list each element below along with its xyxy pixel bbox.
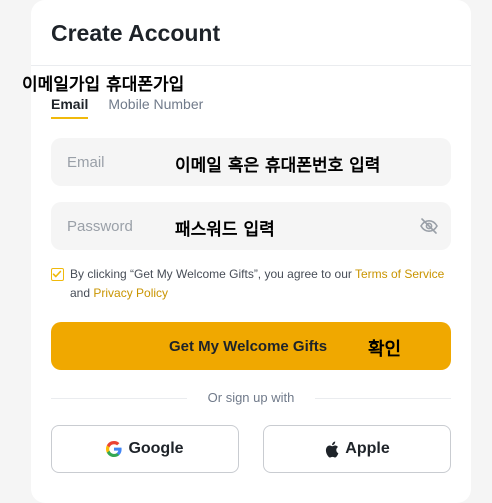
signup-tabs: Email Mobile Number — [51, 96, 203, 119]
tab-mobile-number[interactable]: Mobile Number — [108, 96, 203, 117]
google-signup-button[interactable]: Google — [51, 425, 239, 473]
terms-text: By clicking “Get My Welcome Gifts”, you … — [70, 265, 455, 303]
annotation-confirm: 확인 — [368, 339, 402, 360]
terms-and: and — [70, 286, 94, 300]
apple-label: Apple — [345, 440, 390, 457]
divider-left — [51, 398, 187, 399]
apple-icon — [326, 441, 339, 457]
divider-right — [315, 398, 451, 399]
page-title: Create Account — [51, 20, 221, 46]
annotation-password: 패스워드 입력 — [175, 220, 275, 240]
checkmark-icon — [52, 270, 62, 278]
google-label: Google — [128, 440, 184, 457]
terms-checkbox[interactable] — [51, 268, 64, 281]
header-divider — [31, 65, 471, 66]
apple-signup-button[interactable]: Apple — [263, 425, 451, 473]
tab-email[interactable]: Email — [51, 96, 89, 119]
google-icon — [106, 441, 123, 457]
submit-button-label: Get My Welcome Gifts — [169, 338, 328, 355]
terms-prefix: By clicking “Get My Welcome Gifts”, you … — [70, 267, 355, 281]
privacy-policy-link[interactable]: Privacy Policy — [93, 286, 168, 300]
eye-off-icon[interactable] — [419, 216, 439, 236]
terms-of-service-link[interactable]: Terms of Service — [355, 267, 444, 281]
social-divider-text: Or sign up with — [207, 390, 295, 405]
annotation-email: 이메일 혹은 휴대폰번호 입력 — [175, 156, 381, 176]
annotation-tabs: 이메일가입 휴대폰가입 — [22, 75, 185, 95]
